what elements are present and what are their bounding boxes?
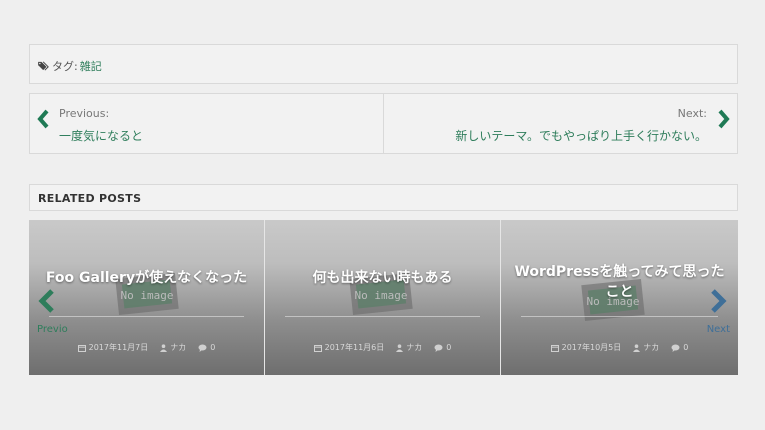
related-post-title[interactable]: 何も出来ない時もある (265, 268, 500, 288)
slide-divider (49, 316, 244, 317)
post-date: 2017年11月6日 (324, 343, 385, 352)
tags-row: タグ: 雑記 (38, 58, 102, 74)
user-icon (160, 343, 168, 352)
tag-link-zakki[interactable]: 雑記 (80, 58, 102, 74)
post-navigation: Previous: 一度気になると Next: 新しいテーマ。でもやっぱり上手く… (29, 93, 738, 154)
post-date: 2017年11月7日 (88, 343, 149, 352)
related-posts-carousel: No image Foo Galleryが使えなくなった 2017年11月7日 … (29, 220, 738, 375)
related-post-title[interactable]: Foo Galleryが使えなくなった (29, 268, 264, 288)
post-author: ナカ (406, 343, 423, 352)
related-posts-heading: RELATED POSTS (38, 192, 142, 205)
chevron-left-icon[interactable] (36, 108, 50, 130)
nav-divider (383, 94, 384, 153)
calendar-icon (550, 344, 559, 352)
post-author: ナカ (643, 343, 660, 352)
user-icon (396, 343, 404, 352)
post-comment-count: 0 (210, 343, 216, 352)
calendar-icon (77, 344, 86, 352)
previous-post-link[interactable]: 一度気になると (59, 127, 143, 144)
post-comment-count: 0 (683, 343, 689, 352)
related-post-card[interactable]: No image WordPressを触ってみて思ったこと 2017年10月5日… (501, 220, 738, 375)
carousel-prev-icon[interactable] (37, 288, 57, 314)
carousel-next-button[interactable]: Next (707, 324, 730, 335)
carousel-prev-button[interactable]: Previo (37, 324, 68, 335)
chevron-right-icon[interactable] (717, 108, 731, 130)
slide-divider (521, 316, 718, 317)
post-meta: 2017年10月5日 ナカ 0 (501, 342, 738, 353)
related-post-card[interactable]: No image Foo Galleryが使えなくなった 2017年11月7日 … (29, 220, 265, 375)
post-comment-count: 0 (446, 343, 452, 352)
next-label: Next: (677, 107, 707, 120)
comment-icon (671, 344, 680, 352)
comment-icon (198, 344, 207, 352)
slide-divider (285, 316, 480, 317)
related-posts-header: RELATED POSTS (29, 184, 738, 211)
tags-label: タグ: (52, 60, 78, 73)
tag-icon (38, 61, 49, 71)
carousel-next-icon[interactable] (708, 288, 728, 314)
post-meta: 2017年11月7日 ナカ 0 (29, 342, 264, 353)
calendar-icon (313, 344, 322, 352)
related-post-title[interactable]: WordPressを触ってみて思ったこと (501, 262, 738, 302)
post-date: 2017年10月5日 (561, 343, 622, 352)
comment-icon (434, 344, 443, 352)
previous-label: Previous: (59, 107, 110, 120)
next-post-link[interactable]: 新しいテーマ。でもやっぱり上手く行かない。 (455, 127, 707, 144)
user-icon (633, 343, 641, 352)
post-author: ナカ (170, 343, 187, 352)
related-post-card[interactable]: No image 何も出来ない時もある 2017年11月6日 ナカ 0 (265, 220, 501, 375)
svg-text:No image: No image (355, 289, 408, 302)
svg-text:No image: No image (121, 289, 174, 302)
tags-box: タグ: 雑記 (29, 44, 738, 84)
post-meta: 2017年11月6日 ナカ 0 (265, 342, 500, 353)
